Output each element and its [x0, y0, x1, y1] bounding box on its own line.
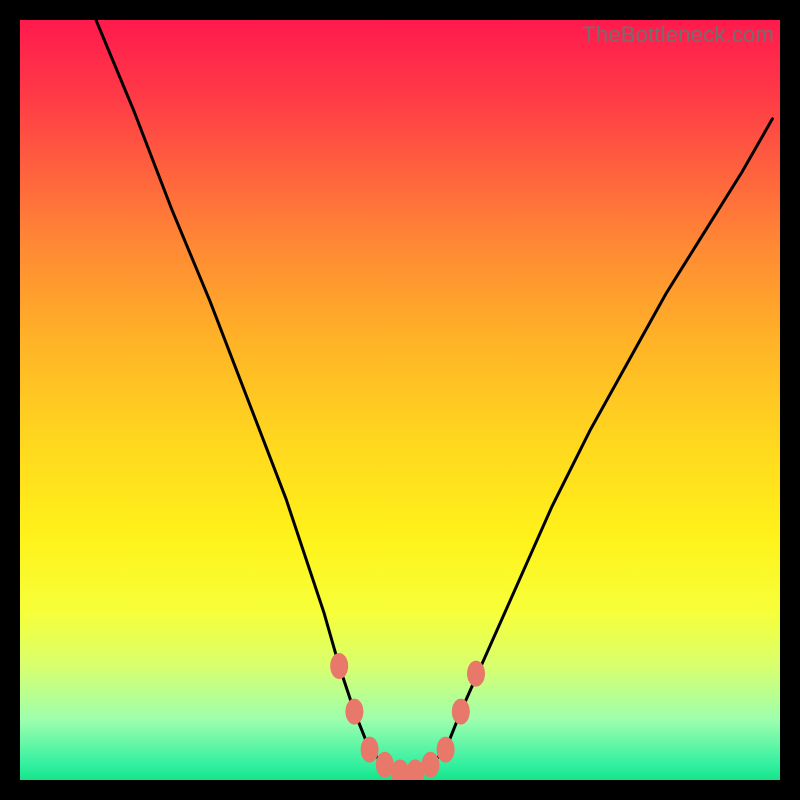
curve-marker — [437, 737, 455, 763]
curve-marker — [330, 653, 348, 679]
curve-marker — [361, 737, 379, 763]
curve-marker — [345, 699, 363, 725]
curve-marker — [391, 759, 409, 780]
bottleneck-curve — [20, 20, 780, 780]
curve-marker — [406, 759, 424, 780]
chart-frame: TheBottleneck.com — [20, 20, 780, 780]
curve-marker — [452, 699, 470, 725]
curve-marker — [421, 752, 439, 778]
curve-marker — [467, 661, 485, 687]
